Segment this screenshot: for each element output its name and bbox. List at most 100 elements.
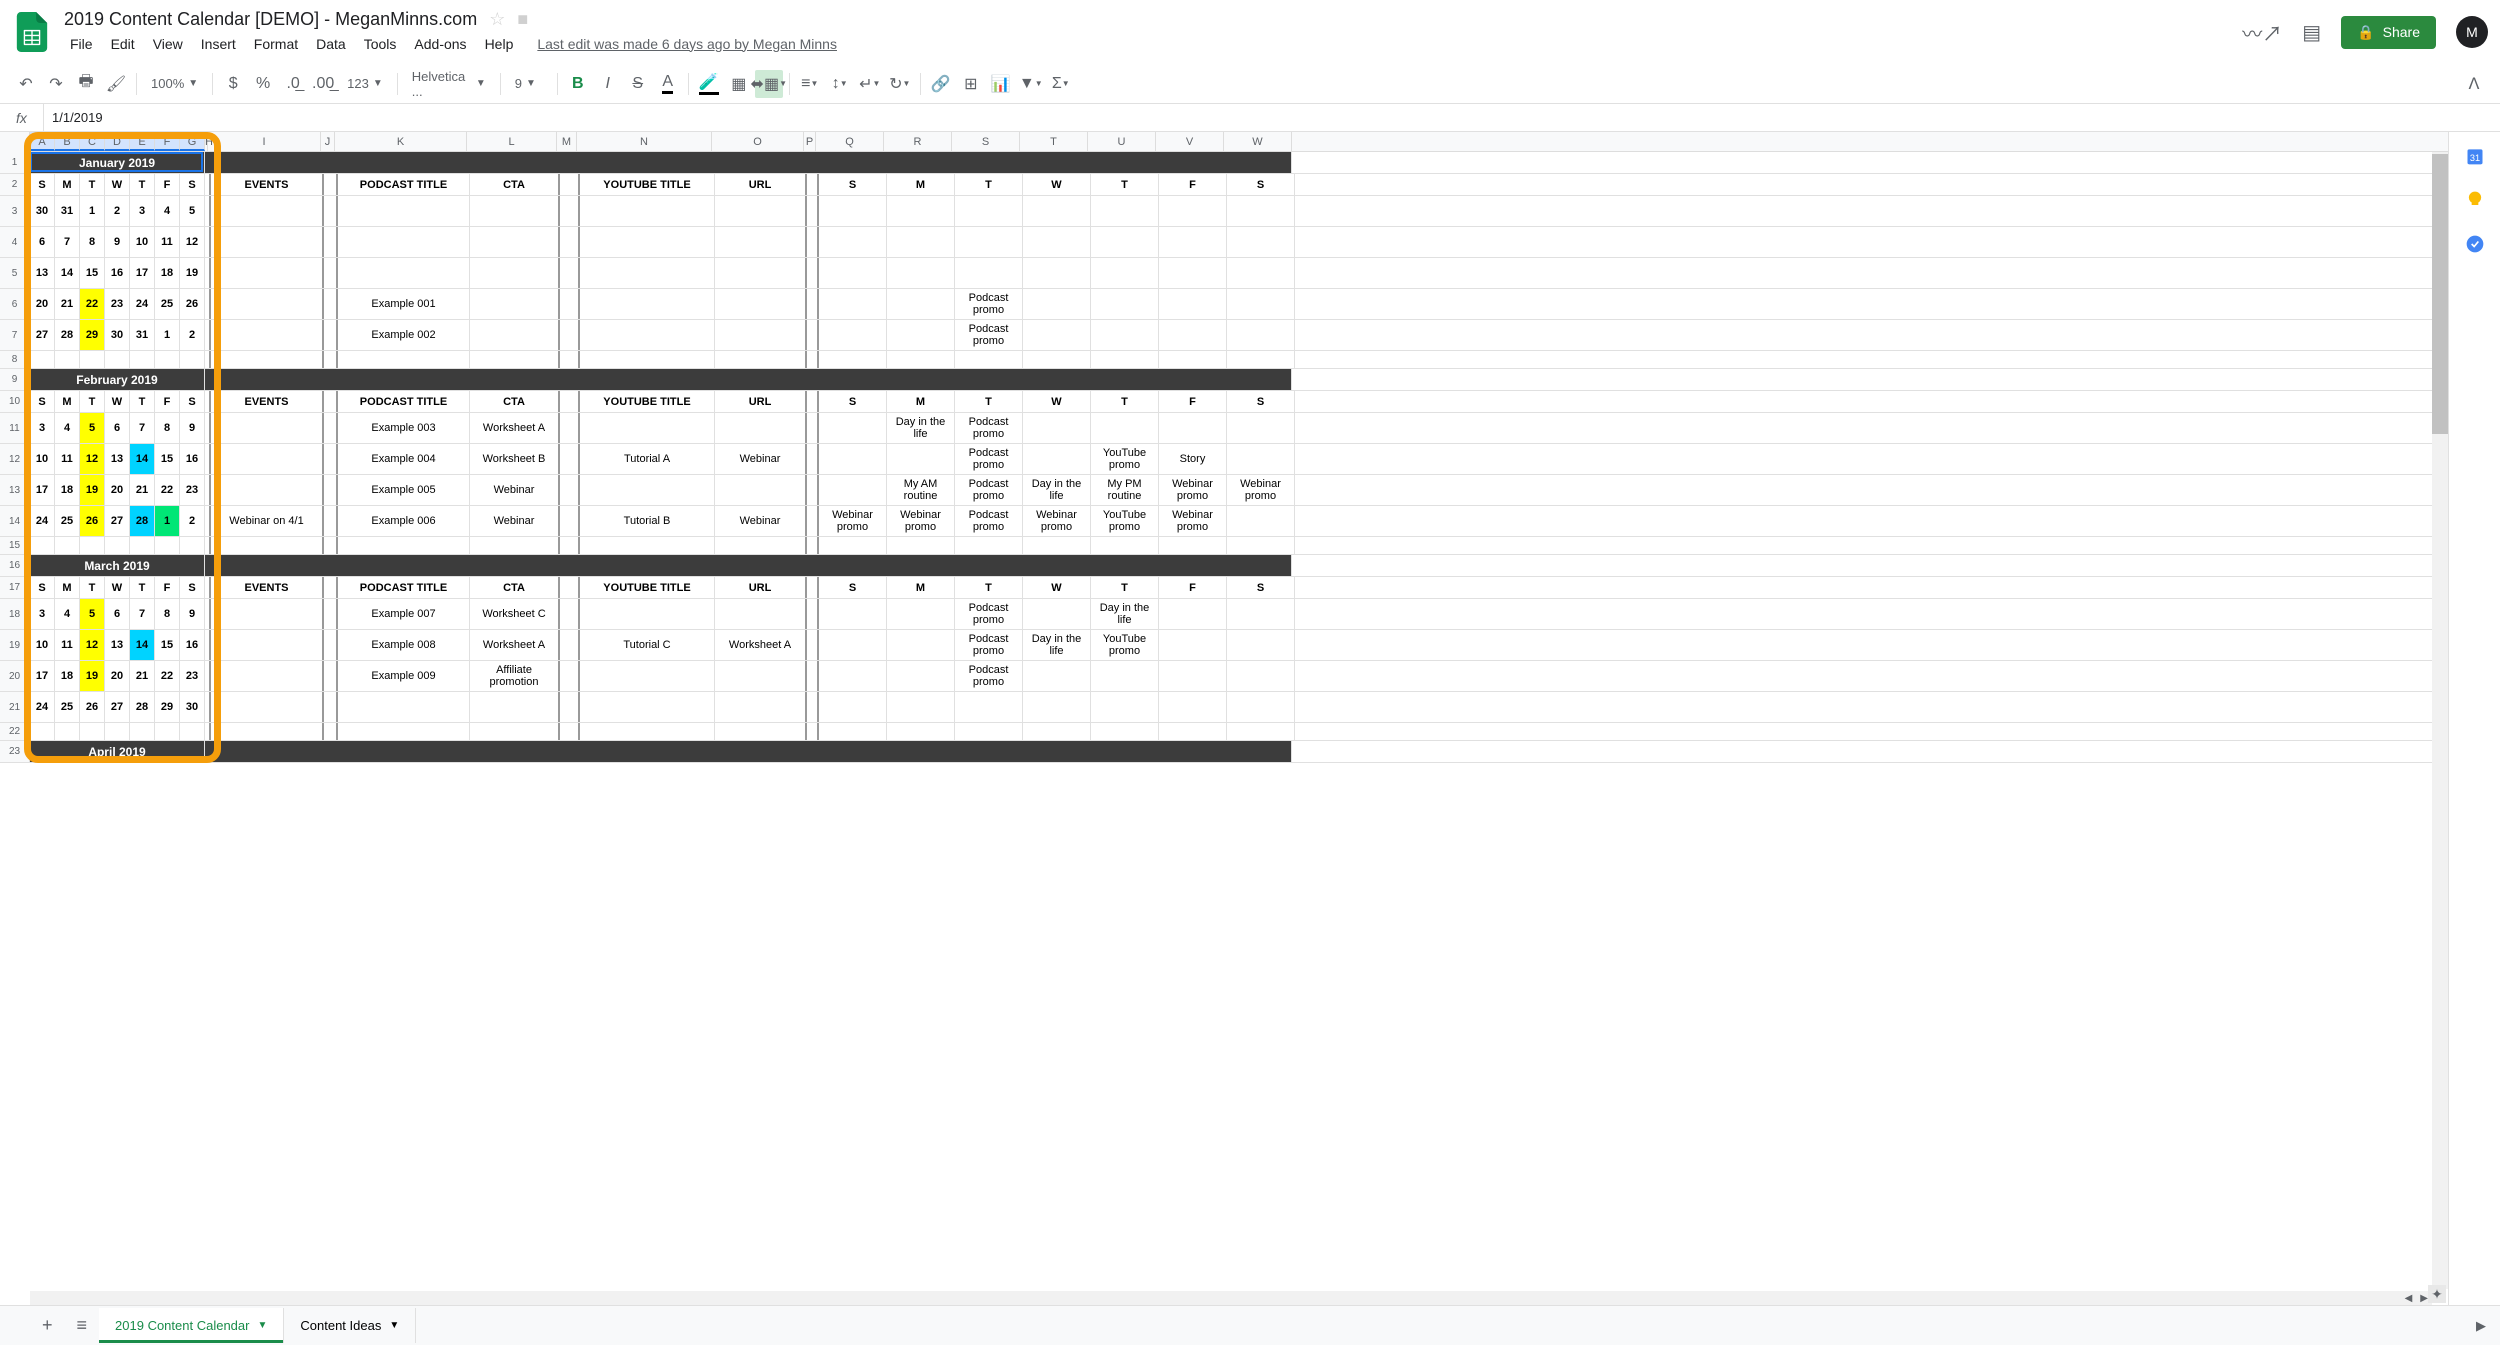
col-header-M[interactable]: M — [557, 132, 577, 151]
cell[interactable]: F — [155, 174, 180, 195]
cell[interactable] — [1227, 723, 1295, 740]
cell[interactable] — [1023, 723, 1091, 740]
cell[interactable] — [1023, 289, 1091, 319]
cell[interactable]: Example 001 — [338, 289, 470, 319]
cell[interactable] — [715, 692, 807, 722]
cell[interactable] — [1159, 630, 1227, 660]
currency-button[interactable]: $ — [219, 70, 247, 98]
cell[interactable]: URL — [715, 577, 807, 598]
cell[interactable] — [807, 577, 819, 598]
valign-button[interactable]: ↕▼ — [826, 70, 854, 98]
cell[interactable]: YOUTUBE TITLE — [580, 391, 715, 412]
menu-tools[interactable]: Tools — [358, 32, 403, 56]
cell[interactable] — [30, 537, 55, 554]
cell[interactable] — [807, 444, 819, 474]
cell[interactable] — [1227, 537, 1295, 554]
cell[interactable]: 11 — [55, 630, 80, 660]
cell[interactable] — [211, 351, 324, 368]
scroll-left[interactable]: ◀ — [2401, 1293, 2417, 1304]
cell[interactable]: 13 — [105, 630, 130, 660]
cell[interactable]: Webinar — [470, 506, 560, 536]
cell[interactable] — [819, 661, 887, 691]
cell[interactable] — [887, 630, 955, 660]
cell[interactable]: S — [180, 577, 205, 598]
increase-decimal-button[interactable]: .00̲ — [309, 70, 337, 98]
col-header-K[interactable]: K — [335, 132, 467, 151]
cell[interactable]: T — [80, 174, 105, 195]
cell[interactable]: CTA — [470, 391, 560, 412]
cell[interactable] — [819, 258, 887, 288]
cell[interactable]: 13 — [105, 444, 130, 474]
cell[interactable] — [580, 320, 715, 350]
cell[interactable] — [211, 692, 324, 722]
cell[interactable] — [560, 196, 580, 226]
menu-data[interactable]: Data — [310, 32, 352, 56]
cell[interactable]: S — [30, 391, 55, 412]
cell[interactable]: 24 — [30, 692, 55, 722]
cell[interactable] — [580, 351, 715, 368]
cell[interactable] — [205, 369, 1292, 390]
cell[interactable]: 25 — [55, 692, 80, 722]
cell[interactable] — [560, 174, 580, 195]
cell[interactable] — [955, 227, 1023, 257]
last-edit-link[interactable]: Last edit was made 6 days ago by Megan M… — [537, 36, 837, 52]
cell[interactable] — [211, 258, 324, 288]
cell[interactable]: EVENTS — [211, 577, 324, 598]
cell[interactable] — [560, 661, 580, 691]
cell[interactable]: 6 — [105, 599, 130, 629]
cell[interactable] — [715, 723, 807, 740]
cell[interactable] — [560, 723, 580, 740]
cell[interactable]: 9 — [105, 227, 130, 257]
cell[interactable]: S — [819, 391, 887, 412]
cell[interactable]: T — [955, 174, 1023, 195]
cell[interactable]: 8 — [155, 599, 180, 629]
fill-color-button[interactable]: 🧪 — [695, 70, 723, 98]
cell[interactable]: 10 — [30, 444, 55, 474]
cell[interactable]: PODCAST TITLE — [338, 391, 470, 412]
cell[interactable] — [560, 692, 580, 722]
cell[interactable]: Story — [1159, 444, 1227, 474]
cell[interactable] — [560, 227, 580, 257]
cell[interactable] — [807, 391, 819, 412]
cell[interactable] — [887, 351, 955, 368]
cell[interactable] — [580, 196, 715, 226]
cell[interactable]: Worksheet A — [715, 630, 807, 660]
cell[interactable] — [807, 475, 819, 505]
redo-button[interactable]: ↷ — [42, 70, 70, 98]
cell[interactable]: 27 — [105, 506, 130, 536]
cell[interactable]: January 2019 — [30, 152, 205, 173]
cell[interactable]: T — [130, 391, 155, 412]
cell[interactable] — [715, 413, 807, 443]
cell[interactable] — [715, 661, 807, 691]
cell[interactable]: S — [1227, 391, 1295, 412]
cell[interactable]: 14 — [130, 444, 155, 474]
rotate-button[interactable]: ↻▼ — [886, 70, 914, 98]
cell[interactable]: M — [887, 577, 955, 598]
cell[interactable] — [887, 661, 955, 691]
cell[interactable] — [324, 174, 338, 195]
cell[interactable] — [1227, 413, 1295, 443]
cell[interactable]: PODCAST TITLE — [338, 174, 470, 195]
cell[interactable]: 6 — [30, 227, 55, 257]
fx-icon[interactable]: fx — [0, 104, 44, 131]
cell[interactable]: F — [1159, 391, 1227, 412]
col-header-D[interactable]: D — [105, 132, 130, 151]
cell[interactable] — [819, 413, 887, 443]
row-header[interactable]: 13 — [0, 475, 30, 505]
cell[interactable] — [1023, 413, 1091, 443]
cell[interactable]: M — [55, 577, 80, 598]
cell[interactable] — [211, 537, 324, 554]
row-header[interactable]: 10 — [0, 391, 30, 412]
sheet-tab[interactable]: 2019 Content Calendar▼ — [99, 1308, 284, 1343]
cell[interactable]: Day in the life — [1023, 475, 1091, 505]
cell[interactable]: 1 — [155, 506, 180, 536]
cell[interactable] — [1091, 537, 1159, 554]
cell[interactable] — [1227, 630, 1295, 660]
halign-button[interactable]: ≡▼ — [796, 70, 824, 98]
cell[interactable] — [470, 289, 560, 319]
cell[interactable]: 4 — [155, 196, 180, 226]
cell[interactable] — [324, 599, 338, 629]
cell[interactable] — [1227, 351, 1295, 368]
cell[interactable]: Webinar — [715, 506, 807, 536]
sheets-logo[interactable] — [12, 12, 52, 52]
